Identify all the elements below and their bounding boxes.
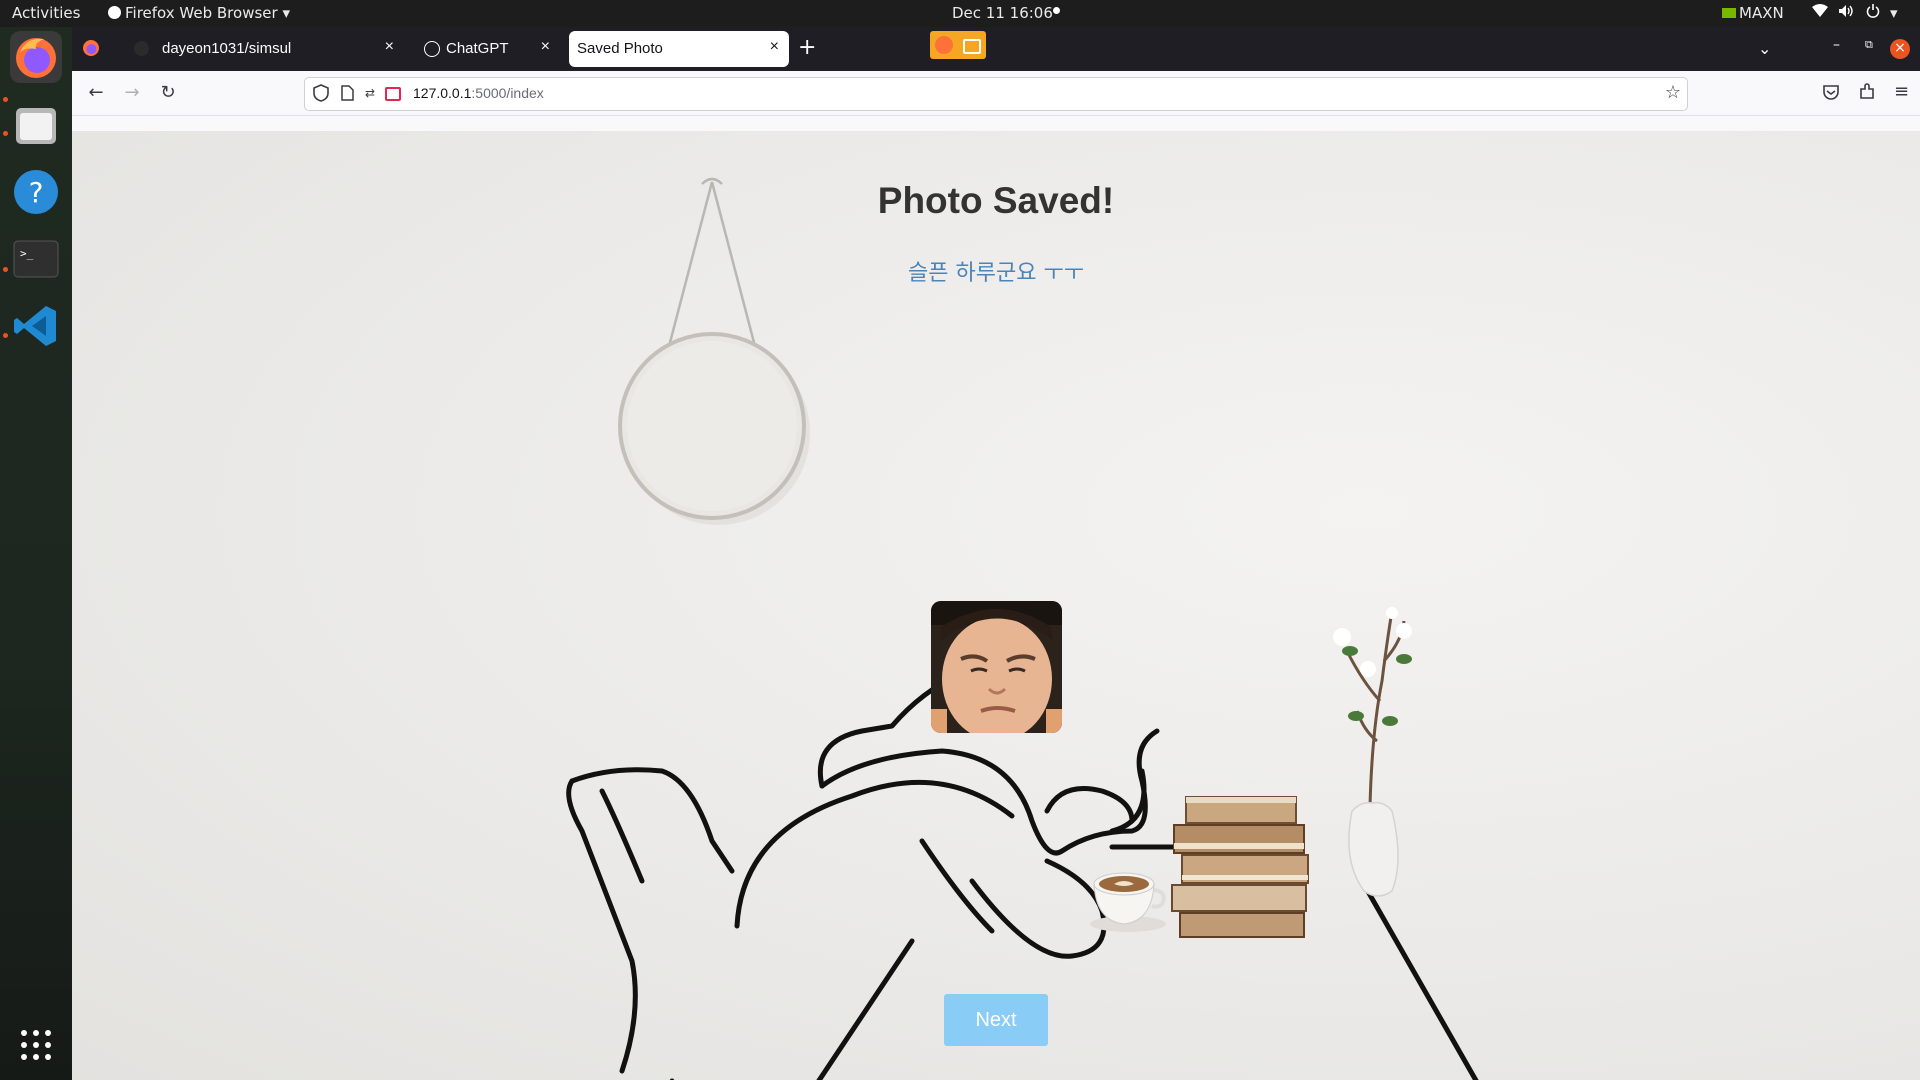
url-text[interactable]: 127.0.0.1:5000/index (413, 85, 544, 101)
system-menu-chevron-icon[interactable]: ▾ (1890, 4, 1898, 22)
activities-button[interactable]: Activities (12, 4, 80, 22)
page-title: Photo Saved! (877, 180, 1115, 221)
reload-icon[interactable]: ↻ (156, 81, 180, 105)
svg-text:>_: >_ (20, 247, 34, 260)
dock: ? >_ (0, 27, 72, 1080)
tab-chatgpt[interactable]: ChatGPT × (346, 31, 560, 67)
page-info-icon[interactable] (341, 85, 354, 105)
system-top-bar: Activities Firefox Web Browser ▾ Dec 11 … (0, 0, 1920, 27)
restore-icon[interactable]: ⧉ (1865, 38, 1873, 52)
tracking-shield-icon[interactable] (313, 84, 329, 106)
chatgpt-icon (424, 41, 440, 57)
svg-text:?: ? (29, 176, 44, 209)
browser-window: dayeon1031/simsul × ChatGPT × Saved Phot… (72, 27, 1920, 1080)
extensions-icon[interactable] (1858, 83, 1876, 105)
app-menu[interactable]: Firefox Web Browser ▾ (108, 4, 290, 22)
tab-strip: dayeon1031/simsul × ChatGPT × Saved Phot… (72, 27, 1920, 71)
firefox-small-icon (108, 6, 121, 19)
firefox-sharing-icon (935, 36, 953, 54)
firefox-icon[interactable] (10, 31, 62, 83)
tab-label: Saved Photo (577, 40, 663, 57)
help-icon[interactable]: ? (10, 166, 62, 218)
files-icon[interactable] (10, 99, 62, 151)
volume-icon[interactable] (1838, 4, 1854, 22)
mirror-illustration (618, 177, 810, 525)
vscode-icon[interactable] (10, 300, 62, 352)
power-mode-label: MAXN (1739, 4, 1784, 22)
tab-label: ChatGPT (446, 40, 509, 57)
running-indicator (3, 267, 8, 272)
url-host: 127.0.0.1 (413, 85, 472, 101)
new-tab-button[interactable]: + (798, 35, 816, 60)
power-mode-indicator[interactable]: MAXN (1722, 4, 1784, 22)
notification-dot-icon (1053, 7, 1060, 14)
running-indicator (3, 131, 8, 136)
permissions-icon[interactable]: ⇄ (365, 86, 375, 100)
wifi-icon[interactable] (1812, 4, 1828, 22)
tab-label: dayeon1031/simsul (162, 40, 292, 57)
nvidia-icon (1722, 8, 1736, 18)
back-arrow-icon[interactable]: ← (84, 81, 108, 105)
navigation-toolbar: ← → ↻ ⇄ 127.0.0.1:5000/index ☆ ≡ (72, 71, 1920, 116)
chevron-down-icon: ▾ (282, 4, 290, 22)
user-photo (931, 601, 1062, 733)
clock[interactable]: Dec 11 16:06 (952, 4, 1053, 22)
github-icon (134, 41, 149, 56)
window-close-icon[interactable]: × (1890, 39, 1910, 59)
camera-in-use-icon[interactable] (385, 87, 401, 101)
flower-vase-illustration (1333, 607, 1412, 897)
app-menu-label: Firefox Web Browser (125, 4, 278, 22)
hamburger-menu-icon[interactable]: ≡ (1894, 81, 1909, 102)
address-bar[interactable]: ⇄ 127.0.0.1:5000/index ☆ (304, 77, 1688, 111)
mood-message: 슬픈 하루군요 ㅜㅜ (908, 261, 1084, 286)
page-content: Photo Saved! 슬픈 하루군요 ㅜㅜ Next (72, 131, 1920, 1080)
pocket-icon[interactable] (1822, 83, 1840, 105)
power-icon[interactable] (1866, 4, 1880, 22)
next-button[interactable]: Next (944, 994, 1048, 1046)
forward-arrow-icon[interactable]: → (120, 81, 144, 105)
app-grid-icon[interactable] (20, 1029, 52, 1065)
bookmark-star-icon[interactable]: ☆ (1665, 82, 1681, 103)
tab-saved-photo[interactable]: Saved Photo × (569, 31, 789, 67)
url-path: :5000/index (471, 85, 544, 101)
sharing-indicator[interactable] (930, 31, 986, 59)
running-indicator (3, 333, 8, 338)
running-indicator (3, 97, 8, 102)
close-icon[interactable]: × (770, 38, 779, 56)
terminal-icon[interactable]: >_ (10, 233, 62, 285)
minimize-icon[interactable]: – (1833, 37, 1840, 53)
close-icon[interactable]: × (541, 38, 550, 56)
list-all-tabs-chevron-icon[interactable]: ⌄ (1758, 39, 1771, 58)
firefox-view-icon[interactable] (82, 39, 100, 61)
camera-icon (963, 39, 981, 54)
